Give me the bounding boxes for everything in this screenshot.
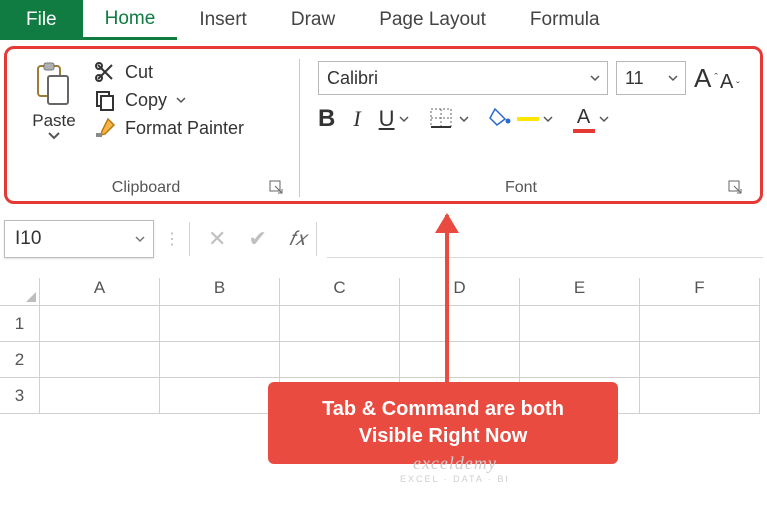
chevron-down-icon[interactable]: [583, 74, 607, 82]
font-name-value: Calibri: [319, 68, 583, 89]
cell[interactable]: [40, 378, 160, 414]
formula-bar: I10 ⋮ ✕ ✔ 𝑓𝑥: [4, 220, 763, 258]
ribbon-tabs: File Home Insert Draw Page Layout Formul…: [0, 0, 767, 40]
column-header[interactable]: B: [160, 278, 280, 306]
dialog-launcher-icon[interactable]: [728, 180, 744, 196]
cell[interactable]: [160, 378, 280, 414]
chevron-down-icon[interactable]: [47, 131, 61, 141]
cell[interactable]: [280, 306, 400, 342]
column-header[interactable]: E: [520, 278, 640, 306]
formula-input[interactable]: [327, 220, 763, 258]
fill-color-swatch: [517, 117, 539, 121]
font-name-combo[interactable]: Calibri: [318, 61, 608, 95]
italic-button[interactable]: I: [353, 106, 360, 132]
scissors-icon: [93, 61, 117, 83]
handle-dots-icon[interactable]: ⋮: [164, 229, 179, 249]
column-header[interactable]: D: [400, 278, 520, 306]
chevron-down-icon[interactable]: [661, 74, 685, 82]
format-painter-button[interactable]: Format Painter: [93, 117, 244, 139]
paste-label: Paste: [32, 111, 75, 131]
cell[interactable]: [160, 306, 280, 342]
name-box[interactable]: I10: [4, 220, 154, 258]
annotation-arrow: [445, 215, 449, 385]
cell[interactable]: [280, 342, 400, 378]
cut-label: Cut: [125, 62, 153, 83]
chevron-down-icon[interactable]: [127, 235, 153, 243]
divider: [189, 222, 190, 256]
enter-formula-button[interactable]: ✔: [248, 226, 266, 252]
paint-bucket-icon: [489, 107, 515, 131]
watermark: exceldemy EXCEL · DATA · BI: [400, 453, 510, 484]
tab-formula[interactable]: Formula: [508, 0, 622, 40]
cell[interactable]: [520, 306, 640, 342]
copy-icon: [93, 89, 117, 111]
underline-button[interactable]: U: [379, 106, 411, 132]
tab-page-layout[interactable]: Page Layout: [357, 0, 508, 40]
paintbrush-icon: [93, 117, 117, 139]
borders-icon: [429, 107, 455, 131]
insert-function-button[interactable]: 𝑓𝑥: [289, 228, 306, 251]
decrease-font-button[interactable]: Aˆ: [720, 67, 740, 90]
cell[interactable]: [400, 342, 520, 378]
font-color-swatch: [573, 129, 595, 133]
column-header[interactable]: F: [640, 278, 760, 306]
borders-button[interactable]: [429, 107, 471, 131]
paste-button[interactable]: Paste: [23, 59, 85, 177]
fill-color-button[interactable]: [489, 107, 555, 131]
group-clipboard: Paste Cut Copy: [15, 59, 293, 197]
format-painter-label: Format Painter: [125, 118, 244, 139]
chevron-down-icon[interactable]: [597, 116, 611, 123]
chevron-down-icon[interactable]: [457, 116, 471, 123]
cell[interactable]: [40, 306, 160, 342]
dialog-launcher-icon[interactable]: [269, 180, 285, 196]
cancel-formula-button[interactable]: ✕: [208, 226, 226, 252]
cut-button[interactable]: Cut: [93, 61, 244, 83]
increase-font-button[interactable]: Aˆ: [694, 63, 718, 94]
font-size-value: 11: [617, 68, 661, 89]
cell[interactable]: [400, 306, 520, 342]
row-header[interactable]: 1: [0, 306, 40, 342]
cell[interactable]: [640, 378, 760, 414]
tab-draw[interactable]: Draw: [269, 0, 357, 40]
caret-down-icon: ˆ: [736, 72, 740, 84]
row-header[interactable]: 3: [0, 378, 40, 414]
paste-icon: [33, 61, 75, 109]
tab-home[interactable]: Home: [83, 0, 178, 40]
annotation-callout: Tab & Command are both Visible Right Now: [268, 382, 618, 464]
callout-line: Visible Right Now: [288, 423, 598, 450]
copy-label: Copy: [125, 90, 167, 111]
name-box-value: I10: [5, 228, 127, 250]
cell[interactable]: [640, 342, 760, 378]
caret-up-icon: ˆ: [714, 72, 718, 84]
column-header[interactable]: A: [40, 278, 160, 306]
tab-file[interactable]: File: [0, 0, 83, 40]
copy-button[interactable]: Copy: [93, 89, 244, 111]
divider: [316, 222, 317, 256]
chevron-down-icon[interactable]: [541, 116, 555, 123]
cell[interactable]: [160, 342, 280, 378]
column-header[interactable]: C: [280, 278, 400, 306]
ribbon-home: Paste Cut Copy: [4, 46, 763, 204]
cell[interactable]: [520, 342, 640, 378]
chevron-down-icon[interactable]: [175, 96, 187, 104]
cell[interactable]: [640, 306, 760, 342]
cell[interactable]: [40, 342, 160, 378]
chevron-down-icon[interactable]: [397, 116, 411, 123]
group-divider: [299, 59, 300, 197]
tab-insert[interactable]: Insert: [177, 0, 269, 40]
font-size-combo[interactable]: 11: [616, 61, 686, 95]
bold-button[interactable]: B: [318, 105, 335, 133]
group-font: Calibri 11 Aˆ Aˆ B I U: [306, 59, 752, 197]
font-color-button[interactable]: A: [573, 106, 611, 133]
group-font-label: Font: [505, 179, 537, 197]
group-clipboard-label: Clipboard: [112, 179, 180, 197]
select-all-corner[interactable]: [0, 278, 40, 306]
row-header[interactable]: 2: [0, 342, 40, 378]
callout-line: Tab & Command are both: [288, 396, 598, 423]
